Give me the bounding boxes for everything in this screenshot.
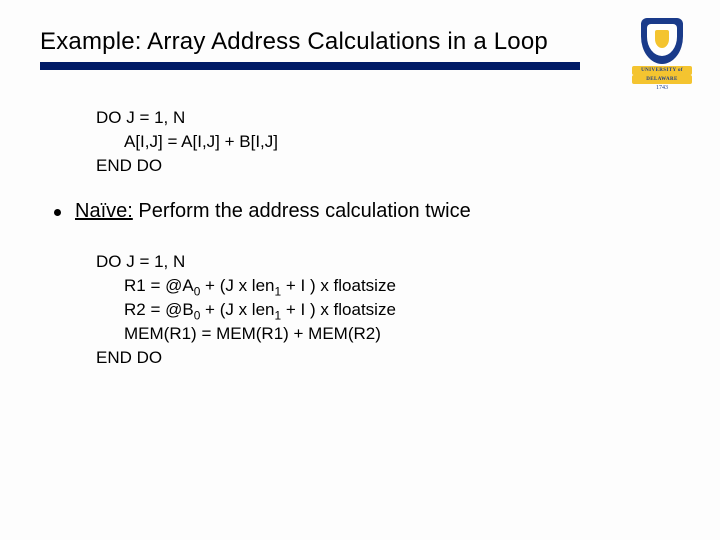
title-underline xyxy=(40,62,580,70)
code-line: A[I,J] = A[I,J] + B[I,J] xyxy=(96,130,278,154)
code-block-2: DO J = 1, N R1 = @A0 + (J x len1 + I ) x… xyxy=(96,250,396,370)
code-block-1: DO J = 1, N A[I,J] = A[I,J] + B[I,J] END… xyxy=(96,106,278,178)
bullet-item: Naïve: Perform the address calculation t… xyxy=(54,200,471,223)
code-line: R1 = @A0 + (J x len1 + I ) x floatsize xyxy=(96,274,396,298)
bullet-text: Naïve: Perform the address calculation t… xyxy=(75,200,471,223)
slide: Example: Array Address Calculations in a… xyxy=(0,0,720,540)
code-line: END DO xyxy=(96,346,396,370)
bullet-rest: Perform the address calculation twice xyxy=(133,200,471,222)
code-line: DO J = 1, N xyxy=(96,106,278,130)
university-logo: UNIVERSITY of DELAWARE 1743 xyxy=(632,18,692,91)
code-line: MEM(R1) = MEM(R1) + MEM(R2) xyxy=(96,322,396,346)
code-line: END DO xyxy=(96,154,278,178)
logo-text-1: UNIVERSITY of xyxy=(632,66,692,75)
logo-year: 1743 xyxy=(632,85,692,91)
logo-text-2: DELAWARE xyxy=(632,75,692,84)
code-line: DO J = 1, N xyxy=(96,250,396,274)
bullet-dot-icon xyxy=(54,209,61,216)
bullet-lead: Naïve: xyxy=(75,200,133,222)
shield-icon xyxy=(641,18,683,64)
code-line: R2 = @B0 + (J x len1 + I ) x floatsize xyxy=(96,298,396,322)
slide-title: Example: Array Address Calculations in a… xyxy=(40,28,548,56)
